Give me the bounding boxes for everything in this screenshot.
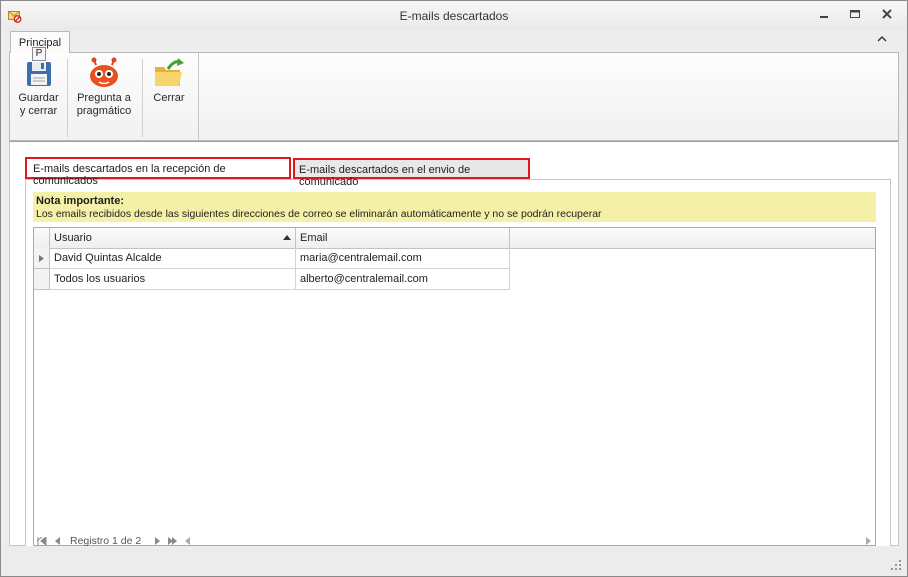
close-button[interactable] xyxy=(875,5,899,25)
robot-face-icon xyxy=(90,57,118,87)
last-record-icon[interactable] xyxy=(168,537,178,545)
folder-arrow-icon xyxy=(155,58,184,86)
floppy-disk-icon xyxy=(26,62,51,86)
row-indicator xyxy=(34,248,50,269)
cerrar-button[interactable]: Cerrar xyxy=(145,57,193,105)
window-title: E-mails descartados xyxy=(399,9,509,23)
restore-button[interactable] xyxy=(843,5,867,25)
ribbon-tab-strip: Principal xyxy=(1,31,907,53)
sort-ascending-icon xyxy=(283,235,291,240)
resize-grip-icon[interactable] xyxy=(891,560,901,570)
keytip-badge: P xyxy=(32,47,46,61)
note-text: Los emails recibidos desde las siguiente… xyxy=(36,208,602,220)
restore-icon xyxy=(850,10,860,18)
ribbon-panel: Guardar y cerrar Pregunta a pragmático C… xyxy=(9,52,899,141)
main-window: E-mails descartados Principal P Guardar … xyxy=(0,0,908,577)
close-icon xyxy=(882,9,892,19)
table-row[interactable]: Todos los usuarios alberto@centralemail.… xyxy=(34,269,510,290)
minimize-icon xyxy=(820,16,828,18)
ribbon-separator xyxy=(67,59,68,137)
note-title: Nota importante: xyxy=(36,195,124,207)
pregunta-label-1: Pregunta a xyxy=(77,92,131,104)
grid-navigator: Registro 1 de 2 xyxy=(34,535,875,547)
column-header-email-label: Email xyxy=(300,232,328,244)
guardar-label-2: y cerrar xyxy=(19,105,58,117)
header-indicator-cell xyxy=(34,228,50,248)
cell-usuario[interactable]: Todos los usuarios xyxy=(50,269,296,290)
previous-record-icon[interactable] xyxy=(54,537,60,545)
title-bar: E-mails descartados xyxy=(1,1,907,31)
important-note: Nota importante: Los emails recibidos de… xyxy=(33,192,876,222)
guardar-label-1: Guardar xyxy=(18,92,59,104)
column-header-usuario-label: Usuario xyxy=(54,232,92,244)
scroll-right-icon[interactable] xyxy=(866,537,872,545)
status-bar xyxy=(1,546,907,576)
row-indicator xyxy=(34,269,50,290)
first-record-icon[interactable] xyxy=(37,537,47,545)
column-header-usuario[interactable]: Usuario xyxy=(50,228,296,248)
next-record-icon[interactable] xyxy=(155,537,161,545)
grid-header: Usuario Email xyxy=(34,228,875,249)
ribbon-separator xyxy=(142,59,143,137)
emails-grid: Usuario Email David Quintas Alcalde mari… xyxy=(33,227,876,547)
tab-emails-envio[interactable]: E-mails descartados en el envio de comun… xyxy=(293,158,530,188)
scroll-left-icon[interactable] xyxy=(184,537,190,545)
minimize-button[interactable] xyxy=(812,5,836,25)
cerrar-label: Cerrar xyxy=(153,92,185,104)
table-row[interactable]: David Quintas Alcalde maria@centralemail… xyxy=(34,248,510,269)
guardar-y-cerrar-button[interactable]: Guardar y cerrar xyxy=(10,57,67,118)
cell-email[interactable]: alberto@centralemail.com xyxy=(296,269,510,290)
collapse-ribbon-icon[interactable] xyxy=(877,35,887,43)
pregunta-a-pragmatico-button[interactable]: Pregunta a pragmático xyxy=(72,57,136,118)
ribbon-group-border xyxy=(198,53,199,140)
pregunta-label-2: pragmático xyxy=(76,105,132,117)
tab-emails-recepcion[interactable]: E-mails descartados en la recepción de c… xyxy=(25,157,291,187)
cell-usuario[interactable]: David Quintas Alcalde xyxy=(50,248,296,269)
current-row-arrow-icon xyxy=(39,255,44,262)
cell-email[interactable]: maria@centralemail.com xyxy=(296,248,510,269)
column-header-email[interactable]: Email xyxy=(296,228,510,248)
